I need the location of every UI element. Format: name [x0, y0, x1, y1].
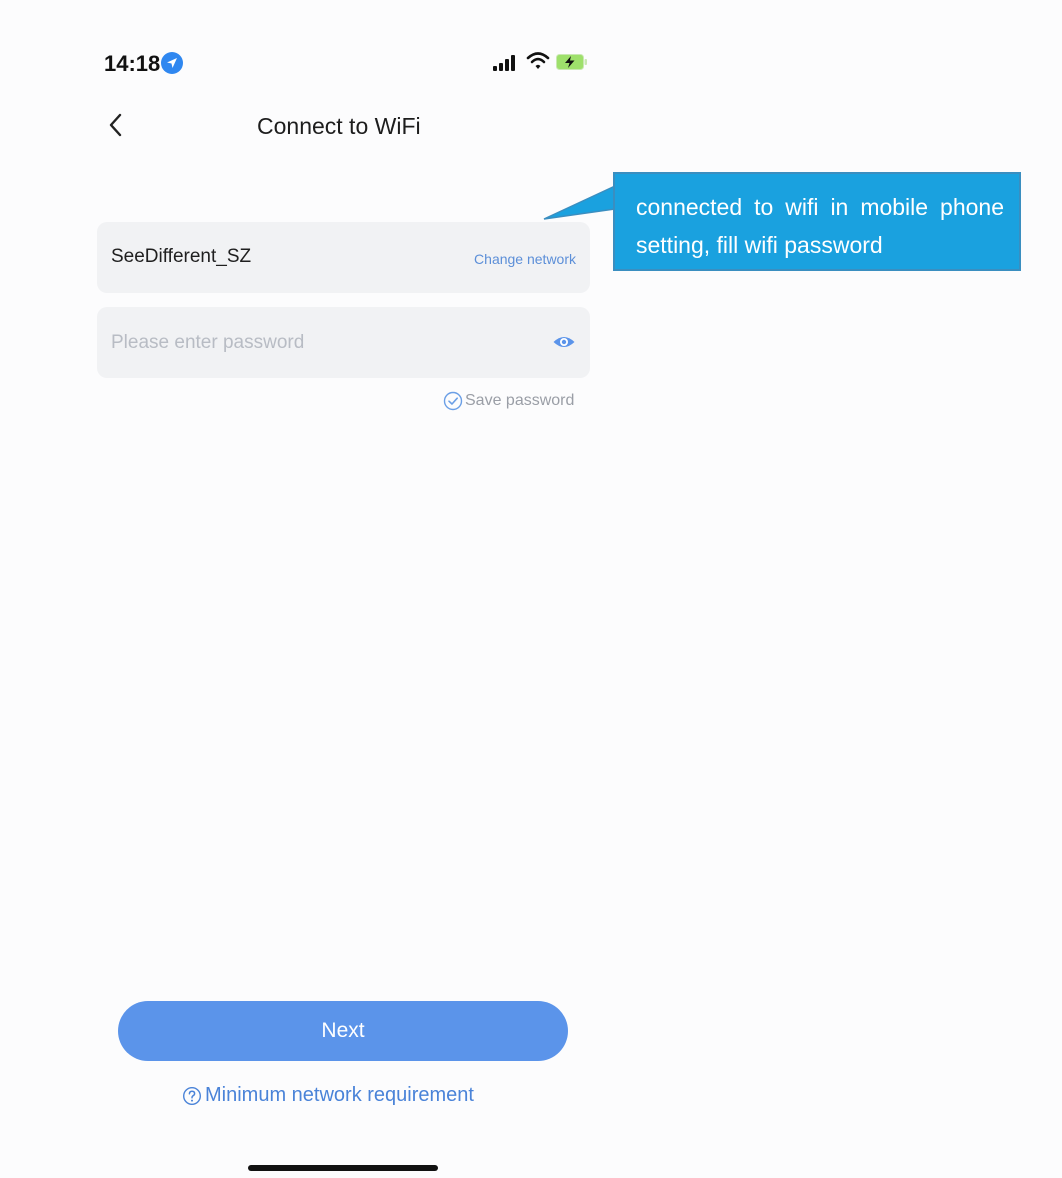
minimum-network-requirement-link[interactable]: Minimum network requirement [182, 1084, 474, 1107]
network-field: SeeDifferent_SZ Change network [97, 222, 590, 293]
save-password-label: Save password [465, 392, 575, 409]
next-button[interactable]: Next [118, 1001, 568, 1061]
eye-icon[interactable] [552, 333, 576, 351]
password-field [97, 307, 590, 378]
check-circle-icon [443, 391, 463, 411]
save-password-toggle[interactable]: Save password [443, 389, 574, 413]
minimum-network-requirement-label: Minimum network requirement [205, 1084, 474, 1106]
network-name: SeeDifferent_SZ [111, 246, 252, 267]
signal-icon [493, 55, 515, 71]
password-input[interactable] [111, 327, 531, 359]
page-title: Connect to WiFi [257, 113, 421, 139]
battery-charging-icon [556, 54, 587, 70]
question-circle-icon [182, 1086, 202, 1105]
wifi-icon [526, 52, 550, 69]
home-indicator [248, 1165, 438, 1171]
back-button[interactable] [100, 108, 132, 142]
location-icon [161, 52, 183, 74]
annotation-callout: connected to wifi in mobile phone settin… [613, 172, 1021, 271]
callout-pointer [543, 185, 616, 220]
callout-text: connected to wifi in mobile phone settin… [636, 194, 1004, 258]
change-network-button[interactable]: Change network [474, 251, 576, 267]
status-time: 14:18 [104, 51, 161, 76]
